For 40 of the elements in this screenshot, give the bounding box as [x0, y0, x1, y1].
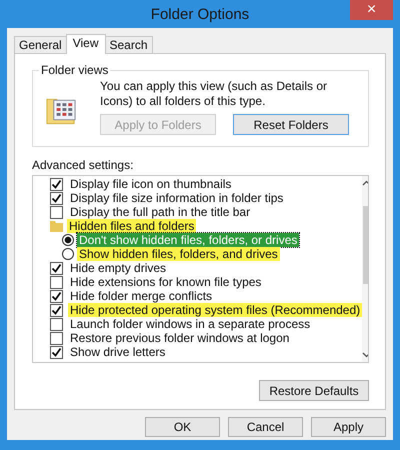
- setting-label[interactable]: Restore previous folder windows at logon: [68, 331, 292, 345]
- checkbox[interactable]: [50, 346, 63, 358]
- checkbox[interactable]: [50, 332, 63, 344]
- checkbox[interactable]: [50, 304, 63, 316]
- setting-label[interactable]: Show hidden files, folders, and drives: [77, 247, 280, 261]
- folder-icon: [50, 220, 63, 232]
- restore-defaults-button[interactable]: Restore Defaults: [259, 380, 369, 401]
- setting-label[interactable]: Display file size information in folder tips: [68, 191, 286, 205]
- setting-label[interactable]: Hide extensions for known file types: [68, 275, 264, 289]
- checkbox[interactable]: [50, 276, 63, 288]
- dialog-button[interactable]: Cancel: [228, 417, 303, 437]
- section-label: Advanced settings:: [32, 158, 134, 173]
- dialog-button[interactable]: OK: [145, 417, 220, 437]
- setting-label[interactable]: Hidden files and folders: [67, 219, 196, 233]
- checkbox[interactable]: [50, 290, 63, 302]
- checkbox[interactable]: [50, 318, 63, 330]
- scroll-thumb[interactable]: [363, 206, 368, 284]
- checkbox[interactable]: [50, 262, 63, 274]
- tab[interactable]: General: [14, 36, 67, 53]
- checkbox[interactable]: [50, 178, 63, 190]
- setting-label[interactable]: Display the full path in the title bar: [68, 205, 252, 219]
- dialog-button[interactable]: Apply: [311, 417, 386, 437]
- setting-label[interactable]: Display file icon on thumbnails: [68, 177, 234, 191]
- group-label: Folder views: [39, 63, 110, 77]
- radio-button[interactable]: [62, 234, 74, 246]
- setting-label[interactable]: Don't show hidden files, folders, or drives: [77, 233, 300, 247]
- tab[interactable]: View: [66, 34, 106, 54]
- setting-label[interactable]: Hide empty drives: [68, 261, 168, 275]
- radio-button[interactable]: [62, 248, 74, 260]
- checkbox[interactable]: [50, 206, 63, 218]
- setting-label[interactable]: Launch folder windows in a separate process: [68, 317, 312, 331]
- checkbox[interactable]: [50, 192, 63, 204]
- folder-button[interactable]: Reset Folders: [233, 114, 349, 135]
- setting-label[interactable]: Hide folder merge conflicts: [68, 289, 214, 303]
- description-text: You can apply this view (such as Details or Icons) to all folders of this type.: [100, 79, 328, 109]
- setting-label[interactable]: Hide protected operating system files (Recommended): [68, 303, 362, 317]
- close-button[interactable]: ×: [350, 0, 393, 20]
- window-title: Folder Options: [150, 6, 250, 22]
- tab[interactable]: Search: [104, 36, 153, 53]
- setting-label[interactable]: Show drive letters: [68, 345, 168, 359]
